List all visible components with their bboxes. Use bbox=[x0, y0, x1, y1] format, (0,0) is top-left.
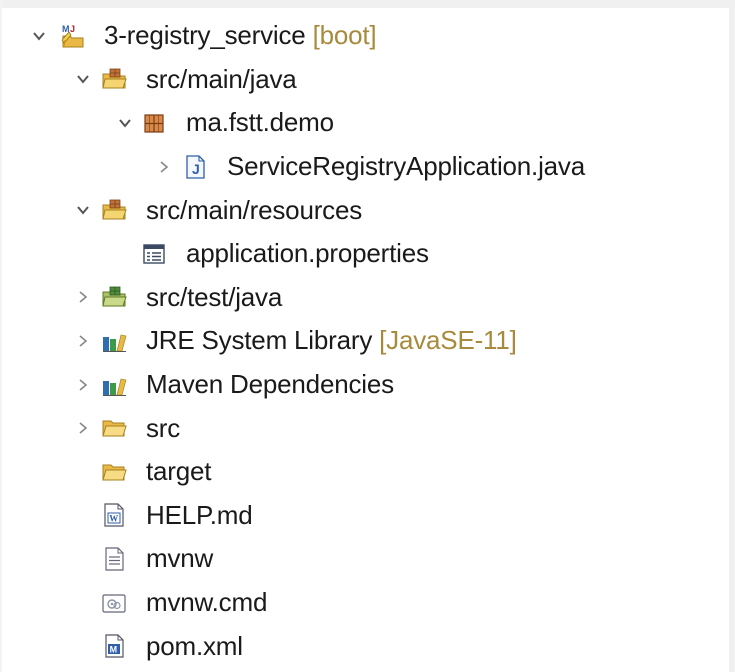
tree-item-label: HELP.md bbox=[146, 499, 253, 530]
chevron-down-icon[interactable] bbox=[116, 114, 134, 132]
maven-project-icon: M J ! bbox=[60, 23, 86, 49]
tree-item-project[interactable]: M J ! 3-registry_service [boot] bbox=[0, 14, 729, 58]
text-file-icon bbox=[101, 546, 127, 572]
source-folder-icon bbox=[101, 66, 127, 92]
tree-item-label: target bbox=[146, 456, 212, 487]
window-frame-right bbox=[729, 0, 735, 672]
svg-text:W: W bbox=[109, 514, 118, 524]
test-source-folder-icon bbox=[101, 284, 127, 310]
tree-item-src-test-java[interactable]: src/test/java bbox=[0, 276, 729, 320]
markdown-file-icon: W bbox=[101, 502, 127, 528]
tree-item-src-main-java[interactable]: src/main/java bbox=[0, 58, 729, 102]
tree-item-label: ServiceRegistryApplication.java bbox=[227, 151, 585, 182]
tree-item-target-folder[interactable]: target bbox=[0, 450, 729, 494]
tree-item-label: Maven Dependencies bbox=[146, 369, 394, 400]
tree-item-label: src bbox=[146, 412, 181, 443]
chevron-right-icon[interactable] bbox=[155, 158, 173, 176]
chevron-down-icon[interactable] bbox=[74, 70, 92, 88]
tree-item-pom-xml[interactable]: M pom.xml bbox=[0, 624, 729, 668]
tree-item-decoration: [JavaSE-11] bbox=[379, 325, 517, 356]
tree-item-src-folder[interactable]: src bbox=[0, 406, 729, 450]
chevron-right-icon[interactable] bbox=[74, 288, 92, 306]
folder-icon bbox=[101, 415, 127, 441]
source-folder-icon bbox=[101, 197, 127, 223]
tree-item-maven-dependencies[interactable]: Maven Dependencies bbox=[0, 363, 729, 407]
library-icon bbox=[101, 372, 127, 398]
tree-item-label: ma.fstt.demo bbox=[186, 107, 334, 138]
tree-item-label: mvnw.cmd bbox=[146, 587, 268, 618]
chevron-down-icon[interactable] bbox=[74, 201, 92, 219]
tree-item-label: src/main/java bbox=[146, 63, 297, 94]
java-file-icon: J bbox=[182, 154, 208, 180]
tree-item-src-main-resources[interactable]: src/main/resources bbox=[0, 188, 729, 232]
folder-icon bbox=[101, 459, 127, 485]
project-explorer-tree: M J ! 3-registry_service [boot] src/main… bbox=[0, 14, 729, 668]
tree-item-java-file[interactable]: J ServiceRegistryApplication.java bbox=[0, 145, 729, 189]
tree-item-package[interactable]: ma.fstt.demo bbox=[0, 101, 729, 145]
tree-item-mvnw[interactable]: mvnw bbox=[0, 537, 729, 581]
chevron-right-icon[interactable] bbox=[74, 419, 92, 437]
tree-item-label: application.properties bbox=[186, 238, 429, 269]
properties-file-icon bbox=[141, 241, 167, 267]
chevron-right-icon[interactable] bbox=[74, 332, 92, 350]
svg-text:J: J bbox=[192, 161, 200, 177]
package-icon bbox=[141, 110, 167, 136]
tree-item-jre-library[interactable]: JRE System Library [JavaSE-11] bbox=[0, 319, 729, 363]
svg-text:!: ! bbox=[63, 39, 66, 49]
tree-item-help-md[interactable]: W HELP.md bbox=[0, 494, 729, 538]
tree-item-label: mvnw bbox=[146, 543, 214, 574]
library-icon bbox=[101, 328, 127, 354]
chevron-right-icon[interactable] bbox=[74, 376, 92, 394]
window-frame-top bbox=[0, 0, 735, 8]
tree-item-label: src/main/resources bbox=[146, 194, 363, 225]
svg-text:M: M bbox=[110, 645, 118, 655]
tree-item-mvnw-cmd[interactable]: mvnw.cmd bbox=[0, 581, 729, 625]
tree-item-properties-file[interactable]: application.properties bbox=[0, 232, 729, 276]
tree-item-label: src/test/java bbox=[146, 281, 283, 312]
maven-pom-icon: M bbox=[101, 633, 127, 659]
project-decoration: [boot] bbox=[312, 20, 377, 51]
svg-text:J: J bbox=[70, 24, 75, 34]
project-name: 3-registry_service bbox=[104, 20, 306, 51]
cmd-file-icon bbox=[101, 590, 127, 616]
tree-item-label: JRE System Library bbox=[146, 325, 373, 356]
tree-item-label: pom.xml bbox=[146, 630, 243, 661]
chevron-down-icon[interactable] bbox=[30, 27, 48, 45]
